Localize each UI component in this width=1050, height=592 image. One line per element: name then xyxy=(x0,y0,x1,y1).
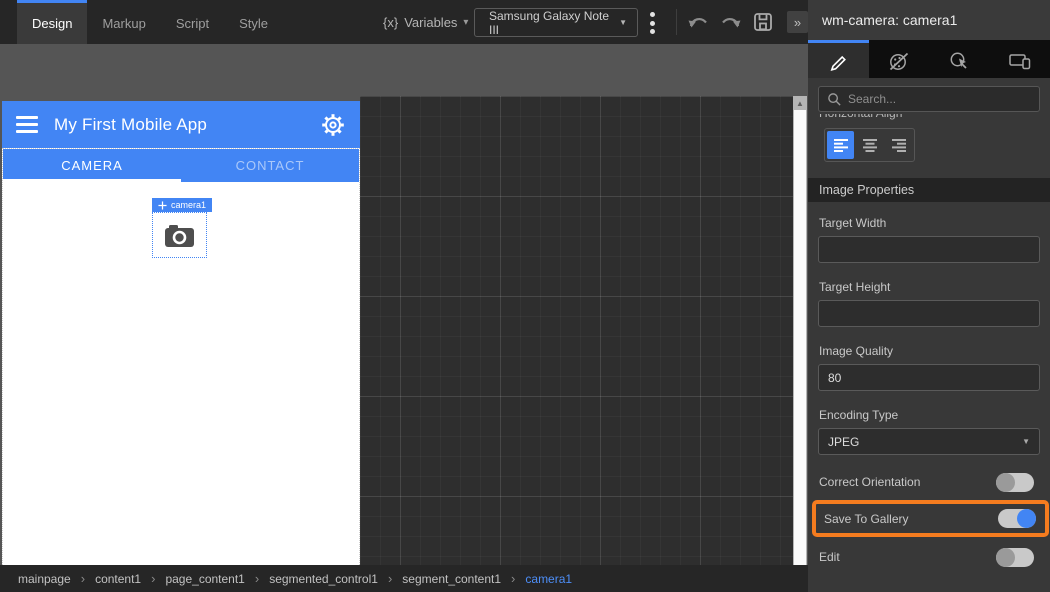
device-selector[interactable]: Samsung Galaxy Note III ▼ xyxy=(474,8,638,37)
design-workspace: ▲ ▼ My First Mobile App xyxy=(0,44,808,592)
save-to-gallery-toggle[interactable] xyxy=(998,509,1036,528)
breadcrumb-item-page_content1[interactable]: page_content1 xyxy=(165,572,244,586)
image-quality-input[interactable] xyxy=(818,364,1040,391)
toolbar-divider xyxy=(676,9,677,35)
scroll-up-icon[interactable]: ▲ xyxy=(793,96,807,110)
tab-properties[interactable] xyxy=(808,40,869,78)
edit-label: Edit xyxy=(819,550,840,564)
correct-orientation-label: Correct Orientation xyxy=(819,475,921,489)
mobile-preview: My First Mobile App CAMERA CONTACT camer… xyxy=(2,101,360,592)
target-width-label: Target Width xyxy=(819,216,887,230)
dropdown-arrow-icon: ▼ xyxy=(1022,437,1030,446)
mobile-app-title: My First Mobile App xyxy=(54,114,208,134)
breadcrumb-item-segmented_control1[interactable]: segmented_control1 xyxy=(269,572,378,586)
camera-widget-box[interactable] xyxy=(152,212,207,258)
image-properties-header: Image Properties xyxy=(808,178,1050,202)
encoding-type-select[interactable]: JPEG ▼ xyxy=(818,428,1040,455)
image-quality-label: Image Quality xyxy=(819,344,894,358)
devices-icon xyxy=(1009,53,1030,69)
save-button[interactable] xyxy=(750,10,776,34)
segment-tab-contact[interactable]: CONTACT xyxy=(181,149,359,182)
panel-tab-bar xyxy=(808,40,1050,78)
breadcrumb-item-camera1[interactable]: camera1 xyxy=(525,572,572,586)
camera-widget[interactable]: camera1 xyxy=(152,198,213,258)
encoding-type-label: Encoding Type xyxy=(819,408,899,422)
pencil-icon xyxy=(830,55,847,71)
variables-menu[interactable]: {x} Variables ▾ xyxy=(383,0,468,44)
variables-x-icon: {x} xyxy=(383,14,399,30)
properties-panel: wm-camera: camera1 Search... Image Prope… xyxy=(808,0,1050,592)
breadcrumb-item-content1[interactable]: content1 xyxy=(95,572,141,586)
widget-selection-badge[interactable]: camera1 xyxy=(152,198,213,212)
mode-tab-script[interactable]: Script xyxy=(161,0,224,44)
camera-icon xyxy=(165,224,194,247)
chevron-down-icon: ▾ xyxy=(463,16,469,28)
mode-tab-design[interactable]: Design xyxy=(17,0,88,44)
segment-tab-bar: CAMERA CONTACT xyxy=(3,149,359,182)
edit-row: Edit xyxy=(808,543,1050,571)
collapse-panel-button[interactable]: » xyxy=(787,11,808,33)
dropdown-arrow-icon: ▼ xyxy=(619,18,627,27)
collapse-chevrons: » xyxy=(793,14,802,30)
undo-button[interactable] xyxy=(685,10,711,34)
breadcrumb-item-mainpage[interactable]: mainpage xyxy=(18,572,71,586)
panel-title: wm-camera: camera1 xyxy=(808,0,1050,40)
target-height-label: Target Height xyxy=(819,280,891,294)
align-left-icon xyxy=(833,139,848,152)
correct-orientation-toggle[interactable] xyxy=(996,472,1034,492)
breadcrumb-separator: › xyxy=(254,571,260,586)
mode-tabs: Design Markup Script Style xyxy=(17,0,283,44)
undo-icon xyxy=(688,18,707,28)
breadcrumb-separator: › xyxy=(387,571,393,586)
align-right-icon xyxy=(891,139,906,152)
correct-orientation-row: Correct Orientation xyxy=(808,468,1050,496)
variables-label: Variables xyxy=(404,14,458,30)
encoding-type-value: JPEG xyxy=(828,434,860,449)
breadcrumb-separator: › xyxy=(80,571,86,586)
align-center-icon xyxy=(862,139,877,152)
hamburger-menu-icon[interactable] xyxy=(16,116,38,133)
palette-icon xyxy=(889,52,908,70)
segment-tab-camera[interactable]: CAMERA xyxy=(3,149,181,182)
breadcrumb-item-segment_content1[interactable]: segment_content1 xyxy=(402,572,501,586)
tab-events[interactable] xyxy=(929,40,990,78)
redo-icon xyxy=(722,18,741,28)
target-width-input[interactable] xyxy=(818,236,1040,263)
canvas-grid[interactable] xyxy=(360,96,793,592)
horizontal-align-group xyxy=(824,128,915,162)
breadcrumb-separator: › xyxy=(151,571,156,586)
align-right-button[interactable] xyxy=(885,131,912,159)
move-icon xyxy=(158,200,167,210)
breadcrumb: mainpage › content1 › page_content1 › segmente… xyxy=(0,565,808,592)
edit-toggle[interactable] xyxy=(996,547,1034,567)
widget-badge-label: camera1 xyxy=(171,200,207,210)
mode-tab-style[interactable]: Style xyxy=(224,0,283,44)
search-input[interactable] xyxy=(848,92,1031,106)
canvas-scrollbar[interactable]: ▲ ▼ xyxy=(793,96,807,592)
app-window: Design Markup Script Style {x} Variables ▾ … xyxy=(0,0,1050,592)
tab-devices[interactable] xyxy=(989,40,1050,78)
segment-content: camera1 xyxy=(3,182,359,592)
mode-tab-markup[interactable]: Markup xyxy=(87,0,160,44)
save-to-gallery-highlight: Save To Gallery xyxy=(812,500,1049,537)
search-icon xyxy=(828,92,841,106)
segmented-control: CAMERA CONTACT camera1 xyxy=(2,148,360,592)
tab-styles[interactable] xyxy=(868,40,929,78)
settings-gear-icon[interactable] xyxy=(320,112,346,138)
device-selector-value: Samsung Galaxy Note III xyxy=(489,8,610,37)
kebab-menu-icon[interactable] xyxy=(650,12,656,34)
save-icon xyxy=(754,13,772,31)
save-to-gallery-label: Save To Gallery xyxy=(824,511,909,526)
scrollbar-thumb[interactable] xyxy=(794,110,806,592)
target-height-input[interactable] xyxy=(818,300,1040,327)
mobile-app-header: My First Mobile App xyxy=(2,101,360,148)
horizontal-align-label: Horizontal Align xyxy=(819,114,979,122)
pointer-magnifier-icon xyxy=(950,52,967,69)
top-toolbar: Design Markup Script Style {x} Variables ▾ … xyxy=(0,0,808,44)
property-search[interactable] xyxy=(818,86,1040,112)
redo-button[interactable] xyxy=(718,10,744,34)
breadcrumb-separator: › xyxy=(511,571,516,586)
align-left-button[interactable] xyxy=(827,131,854,159)
align-center-button[interactable] xyxy=(856,131,883,159)
